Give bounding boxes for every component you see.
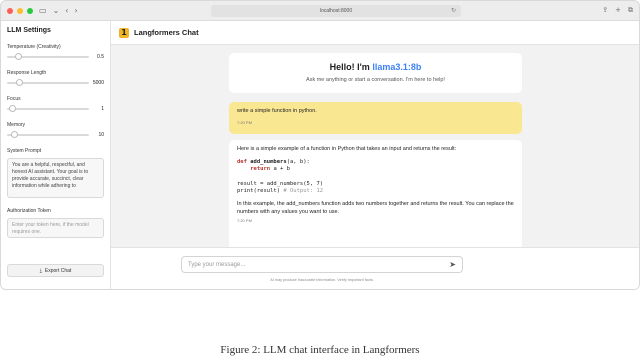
toolbar-actions: ⇪ + ⧉	[602, 6, 633, 15]
slider-value: 5000	[92, 80, 104, 86]
url-text: localhost:8000	[319, 8, 353, 14]
focus-slider[interactable]: 1	[7, 105, 104, 112]
zoom-window-button[interactable]	[27, 7, 33, 14]
browser-window: ▭ ⌄ ‹ › localhost:8000 ↻ ⇪ + ⧉ LLM Setti…	[0, 0, 640, 290]
download-icon: ⤓	[39, 267, 42, 274]
slider-thumb[interactable]	[10, 131, 18, 138]
setting-focus: Focus 1	[7, 96, 104, 112]
setting-label: Response Length	[7, 70, 47, 76]
message-input-placeholder: Type your message...	[188, 261, 246, 268]
system-prompt-label: System Prompt	[7, 148, 42, 154]
system-prompt-textarea[interactable]: You are a helpful, respectful, and hones…	[7, 158, 104, 198]
chevron-down-icon[interactable]: ⌄	[53, 6, 60, 15]
welcome-subtitle: Ask me anything or start a conversation.…	[306, 77, 445, 83]
memory-slider[interactable]: 10	[7, 131, 104, 138]
figure-caption: Figure 2: LLM chat interface in Langform…	[220, 344, 420, 356]
back-icon[interactable]: ‹	[65, 6, 68, 15]
share-icon[interactable]: ⇪	[602, 6, 608, 15]
code-line: result = add_numbers(5, 7)	[237, 180, 324, 187]
assistant-message: Here is a simple example of a function i…	[229, 140, 522, 250]
response-length-slider[interactable]: 5000	[7, 79, 104, 86]
tab-overview-icon[interactable]: ⧉	[628, 6, 633, 15]
setting-system-prompt: System Prompt You are a helpful, respect…	[7, 148, 104, 198]
forward-icon[interactable]: ›	[74, 6, 77, 15]
code-block: def add_numbers(a, b): return a + b resu…	[237, 159, 514, 195]
user-message: write a simple function in python. 7:20 …	[229, 102, 522, 134]
setting-label: Focus	[7, 96, 21, 102]
window-controls	[7, 7, 33, 14]
code-keyword: def	[237, 159, 247, 165]
new-tab-icon[interactable]: +	[615, 6, 621, 15]
slider-thumb[interactable]	[14, 53, 22, 60]
setting-label: Temperature (Creativity)	[7, 44, 61, 50]
setting-auth-token: Authorization Token Enter your token her…	[7, 208, 104, 238]
browser-toolbar: ▭ ⌄ ‹ › localhost:8000 ↻ ⇪ + ⧉	[1, 1, 639, 21]
code-line: print(result) # Output: 12	[237, 188, 514, 195]
code-text: (a, b):	[286, 159, 310, 165]
sidebar-title: LLM Settings	[7, 27, 51, 34]
code-comment: # Output: 12	[283, 187, 324, 194]
model-name: llama3.1:8b	[372, 62, 422, 72]
slider-value: 1	[101, 106, 104, 112]
app-logo: 1	[119, 27, 129, 38]
export-chat-button[interactable]: ⤓ Export Chat	[7, 264, 104, 277]
welcome-title: Hello! I'm llama3.1:8b	[229, 62, 522, 72]
slider-value: 10	[98, 132, 104, 138]
slider-thumb[interactable]	[16, 79, 23, 86]
welcome-card: Hello! I'm llama3.1:8b Ask me anything o…	[229, 53, 522, 93]
message-outro: In this example, the add_numbers functio…	[237, 201, 514, 216]
message-text: write a simple function in python.	[237, 108, 317, 114]
message-input[interactable]: Type your message... ➤	[181, 256, 463, 273]
chat-thread: Hello! I'm llama3.1:8b Ask me anything o…	[229, 53, 522, 250]
close-window-button[interactable]	[7, 7, 13, 14]
send-icon[interactable]: ➤	[449, 260, 456, 269]
setting-temperature: Temperature (Creativity) 0.5	[7, 44, 104, 60]
minimize-window-button[interactable]	[17, 7, 23, 14]
welcome-greeting: Hello! I'm	[329, 62, 373, 72]
message-timestamp: 7:20 PM	[237, 120, 252, 125]
slider-thumb[interactable]	[8, 105, 16, 112]
disclaimer-text: AI may produce inaccurate information. V…	[270, 278, 374, 282]
app-title: Langformers Chat	[134, 28, 199, 37]
temperature-slider[interactable]: 0.5	[7, 53, 104, 60]
code-text: print(result)	[237, 187, 281, 194]
code-keyword: return	[250, 166, 271, 173]
slider-track[interactable]	[7, 134, 89, 136]
address-bar[interactable]: localhost:8000 ↻	[211, 5, 461, 17]
auth-token-input[interactable]: Enter your token here, if the model requ…	[7, 218, 104, 238]
code-text: a + b	[273, 166, 290, 173]
auth-token-label: Authorization Token	[7, 208, 51, 214]
code-line: return a + b	[237, 166, 514, 173]
reload-icon[interactable]: ↻	[451, 7, 456, 14]
sidebar-toggle-icon[interactable]: ▭	[39, 6, 47, 15]
export-chat-label: Export Chat	[44, 267, 72, 274]
app-container: LLM Settings Temperature (Creativity) 0.…	[1, 21, 639, 289]
slider-value: 0.5	[97, 54, 104, 60]
composer-area: Type your message... ➤ AI may produce in…	[111, 247, 639, 289]
setting-label: Memory	[7, 122, 26, 128]
chat-header: 1 Langformers Chat	[111, 21, 639, 45]
settings-sidebar: LLM Settings Temperature (Creativity) 0.…	[1, 21, 111, 289]
setting-memory: Memory 10	[7, 122, 104, 138]
slider-track[interactable]	[7, 108, 89, 110]
setting-response-length: Response Length 5000	[7, 70, 104, 86]
code-function-name: add_numbers	[250, 159, 287, 165]
message-timestamp: 7:20 PM	[237, 218, 252, 224]
message-intro: Here is a simple example of a function i…	[237, 146, 457, 152]
chat-main: 1 Langformers Chat Hello! I'm llama3.1:8…	[111, 21, 639, 289]
code-line: def add_numbers(a, b):	[237, 159, 514, 166]
